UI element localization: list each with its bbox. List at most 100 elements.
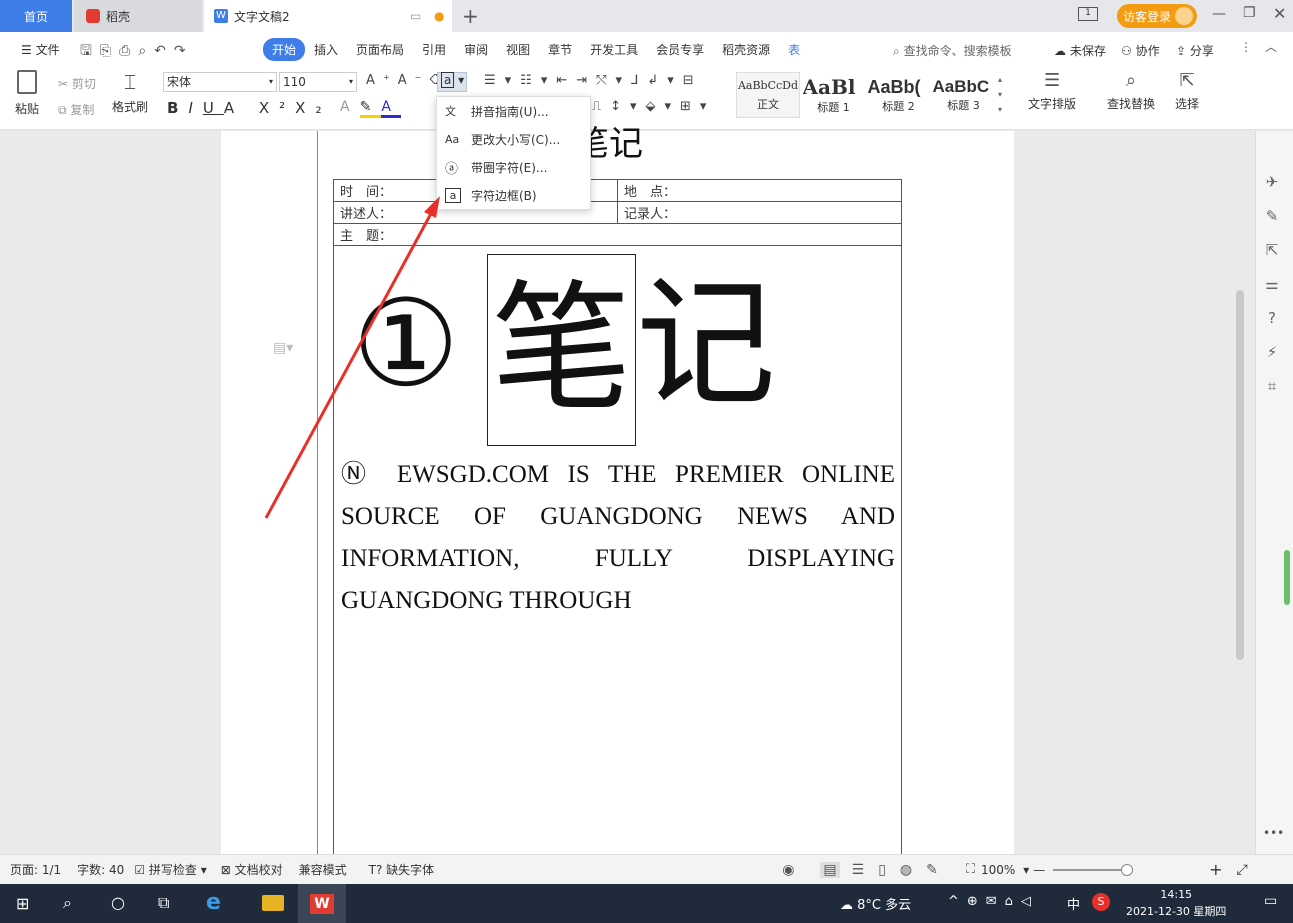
- page-view-icon[interactable]: ▤: [820, 861, 840, 878]
- weather-widget[interactable]: ☁ 8°C 多云: [840, 894, 911, 913]
- place-cell[interactable]: 地 点：: [617, 179, 902, 202]
- wps-taskbar-icon[interactable]: W: [298, 884, 346, 923]
- tab-section[interactable]: 章节: [539, 41, 581, 58]
- find-replace-button[interactable]: ⌕ 查找替换: [1107, 70, 1155, 112]
- ie-icon[interactable]: e: [206, 890, 221, 915]
- new-tab-button[interactable]: +: [462, 4, 479, 28]
- tab-document[interactable]: W 文字文稿2 ▭ ●: [204, 0, 452, 32]
- status-words[interactable]: 字数: 40: [77, 861, 124, 878]
- font-select[interactable]: 宋体 ▾: [163, 72, 277, 92]
- zoom-in-icon[interactable]: +: [1209, 860, 1222, 879]
- status-page[interactable]: 页面: 1/1: [10, 861, 61, 878]
- zoom-slider[interactable]: [1053, 863, 1134, 876]
- style-heading1-preview: AaBl: [802, 75, 856, 99]
- char-border-button[interactable]: a ▾: [437, 72, 467, 92]
- notification-icon[interactable]: ▭: [1264, 893, 1277, 909]
- recorder-cell[interactable]: 记录人：: [617, 201, 902, 224]
- paste-button[interactable]: 粘贴: [12, 70, 42, 117]
- style-heading1[interactable]: AaBl 标题 1: [801, 72, 866, 118]
- text-layout-button[interactable]: ☰ 文字排版: [1028, 70, 1076, 112]
- format-painter-button[interactable]: ⌶ 格式刷: [112, 70, 148, 115]
- tab-daoke-resources[interactable]: 稻壳资源: [713, 41, 779, 58]
- style-heading3-preview: AaBbC: [932, 77, 990, 96]
- style-heading2[interactable]: AaBb( 标题 2: [866, 72, 931, 118]
- paragraph-buttons[interactable]: ☰▾☷▾⇤⇥⤲▾⅃↲▾⊟: [484, 73, 703, 88]
- tab-layout[interactable]: 页面布局: [347, 41, 413, 58]
- search-commands[interactable]: ⌕ 查找命令、搜索模板: [893, 42, 1012, 59]
- login-button[interactable]: 访客登录: [1117, 4, 1197, 28]
- format-painter-label: 格式刷: [112, 100, 149, 114]
- minimize-button[interactable]: —: [1212, 6, 1226, 22]
- task-view-icon[interactable]: ⧉: [158, 893, 169, 913]
- collab-label: 协作: [1135, 44, 1160, 58]
- style-heading3[interactable]: AaBbC 标题 3: [931, 72, 996, 118]
- daoke-icon: [86, 9, 100, 23]
- fullscreen-icon[interactable]: ⤢: [1237, 862, 1248, 878]
- tab-developer[interactable]: 开发工具: [581, 41, 647, 58]
- restore-button[interactable]: ❐: [1243, 5, 1256, 21]
- share-button[interactable]: ⇪ 分享: [1176, 42, 1214, 59]
- clock-date: 2021-12-30 星期四: [1126, 905, 1227, 918]
- dropdown-enclosed-char[interactable]: ⓐ 带圈字符(E)...: [437, 153, 590, 181]
- size-select[interactable]: 110 ▾: [279, 72, 357, 92]
- style-scroll[interactable]: ▴ ▾ ▾: [998, 72, 1002, 117]
- tab-references[interactable]: 引用: [413, 41, 455, 58]
- monitor-icon[interactable]: ▭: [410, 9, 421, 23]
- style-heading2-preview: AaBb(: [867, 76, 921, 97]
- tab-table[interactable]: 表: [779, 41, 809, 58]
- unsaved-label: 未保存: [1069, 44, 1106, 58]
- clock-time: 14:15: [1160, 888, 1193, 901]
- share-icon: ⇪: [1176, 44, 1187, 58]
- spell-check[interactable]: ☑ 拼写检查 ▾: [134, 861, 206, 878]
- vertical-scrollbar[interactable]: [1236, 290, 1244, 660]
- select-button[interactable]: ⇱ 选择: [1175, 70, 1199, 112]
- more-options-icon[interactable]: •••: [1263, 826, 1284, 840]
- tab-member[interactable]: 会员专享: [647, 41, 713, 58]
- tab-review[interactable]: 审阅: [455, 41, 497, 58]
- copy-button[interactable]: ⧉ 复制: [58, 101, 94, 118]
- window-count-icon[interactable]: 1: [1078, 7, 1098, 21]
- close-button[interactable]: ✕: [1273, 4, 1286, 23]
- collapse-ribbon-icon[interactable]: ︿: [1265, 38, 1277, 55]
- more-icon[interactable]: ⋮: [1240, 40, 1252, 54]
- tab-insert[interactable]: 插入: [305, 41, 347, 58]
- doc-proof[interactable]: ⊠ 文档校对: [221, 861, 283, 878]
- tray-icons[interactable]: ^⊕✉⌂◁: [948, 894, 1039, 909]
- dropdown-char-border-label: 字符边框(B): [471, 188, 537, 203]
- view-mode-icons[interactable]: ☰▯◍✎: [852, 862, 952, 878]
- select-label: 选择: [1175, 97, 1200, 111]
- start-button[interactable]: ⊞: [16, 894, 29, 913]
- ime-indicator[interactable]: 中: [1067, 894, 1080, 913]
- style-normal[interactable]: AaBbCcDd 正文: [736, 72, 800, 118]
- explorer-icon[interactable]: [262, 895, 284, 911]
- cut-button[interactable]: ✂ 剪切: [58, 75, 96, 92]
- missing-font[interactable]: T? 缺失字体: [369, 861, 435, 878]
- avatar: [1175, 7, 1194, 25]
- cortana-icon[interactable]: ○: [111, 893, 125, 912]
- scroll-indicator: [1284, 550, 1290, 605]
- unsaved-button[interactable]: ☁ 未保存: [1054, 42, 1106, 59]
- dropdown-pinyin[interactable]: 文 拼音指南(U)...: [437, 97, 590, 125]
- fit-icon[interactable]: ⛶: [966, 862, 975, 877]
- case-icon: Aa: [445, 132, 460, 146]
- right-sidebar-icons[interactable]: ✈ ✎ ⇱ ⚌? ⚡ ⌗: [1262, 165, 1282, 403]
- zoom-level[interactable]: 100%: [981, 863, 1015, 877]
- tab-view[interactable]: 视图: [497, 41, 539, 58]
- tab-daoke[interactable]: 稻壳: [74, 0, 202, 32]
- zoom-out-icon[interactable]: ▾ —: [1023, 863, 1045, 877]
- tab-home[interactable]: 首页: [0, 0, 72, 32]
- clock[interactable]: 14:15 2021-12-30 星期四: [1126, 886, 1226, 920]
- dropdown-change-case[interactable]: Aa 更改大小写(C)...: [437, 125, 590, 153]
- quick-access-icons[interactable]: 🖫⎘⎙⌕↶↷: [80, 40, 194, 64]
- eye-icon[interactable]: ◉: [782, 862, 794, 878]
- missing-font-label: 缺失字体: [386, 863, 435, 877]
- user-icon: ⚇: [1121, 44, 1132, 58]
- tab-start[interactable]: 开始: [263, 37, 306, 61]
- file-menu[interactable]: ☰ 文件: [12, 41, 69, 58]
- collab-button[interactable]: ⚇ 协作: [1121, 42, 1160, 59]
- paragraph-buttons-2[interactable]: ⎍↕▾⬙▾⊞▾: [592, 99, 715, 114]
- color-buttons[interactable]: A✎A: [340, 99, 401, 118]
- format-buttons[interactable]: BIUA X²X₂: [167, 99, 331, 117]
- sogou-icon[interactable]: S: [1092, 893, 1110, 911]
- search-icon[interactable]: ⌕: [63, 893, 72, 913]
